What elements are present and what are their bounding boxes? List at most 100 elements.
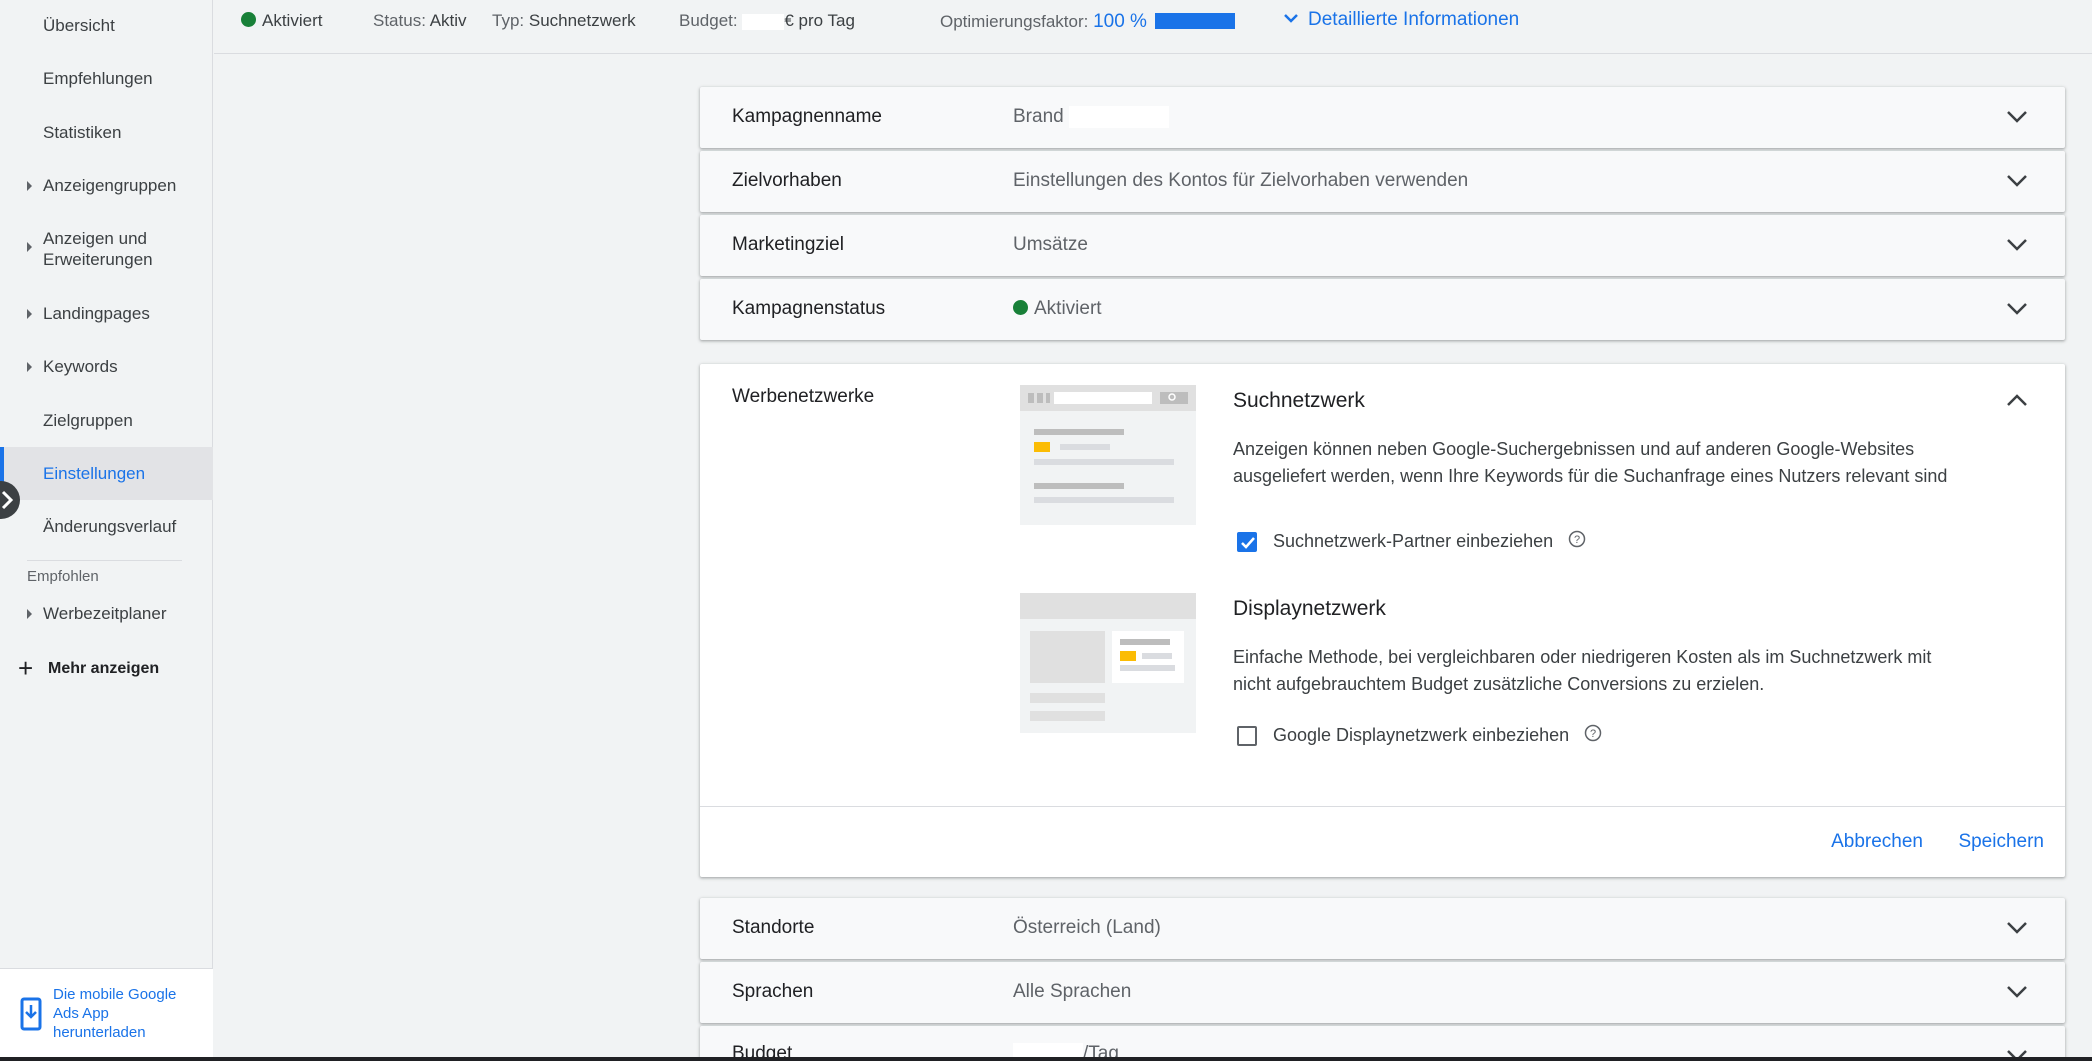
caret-right-icon [27,181,32,191]
redacted-budget [742,13,785,30]
display-network-illustration-icon [1020,593,1196,733]
campaign-summary-bar: Aktiviert Status: Aktiv Typ: Suchnetzwer… [214,0,2092,54]
sidebar-item-overview[interactable]: Übersicht [0,15,213,36]
setting-value: Aktiviert [1013,298,1102,320]
caret-right-icon [27,362,32,372]
mobile-app-link[interactable]: Die mobile Google Ads App herunterladen [53,985,203,1042]
sidebar-item-settings[interactable]: Einstellungen [0,447,213,500]
sidebar-item-ad-groups[interactable]: Anzeigengruppen [0,175,213,196]
sidebar-item-recommendations[interactable]: Empfehlungen [0,68,213,89]
setting-row-campaign-name[interactable]: Kampagnenname Brand [700,87,2065,148]
display-network-title: Displaynetzwerk [1233,597,1386,620]
mobile-phone-icon [20,997,42,1031]
display-network-label: Google Displaynetzwerk einbeziehen [1273,725,1570,745]
details-link-label: Detaillierte Informationen [1308,9,1520,30]
search-network-description: Anzeigen können neben Google-Suchergebni… [1233,439,1948,486]
sidebar-item-label: Einstellungen [43,464,146,483]
sidebar-item-landing-pages[interactable]: Landingpages [0,303,213,324]
section-label-recommended: Empfohlen [27,568,99,585]
plus-icon: + [18,653,34,683]
optimization-label: Optimierungsfaktor: [940,12,1089,31]
window-bottom-edge [0,1057,2092,1061]
setting-row-campaign-status[interactable]: Kampagnenstatus Aktiviert [700,279,2065,340]
setting-value: Alle Sprachen [1013,981,1132,1002]
status-badge-label: Aktiviert [262,11,323,30]
status-dot-icon [241,12,256,27]
campaign-status-value: Aktiviert [1034,298,1102,319]
cancel-button[interactable]: Abbrechen [1831,831,1923,853]
sidebar-item-label: Anzeigen und Erweiterungen [43,229,153,269]
setting-label: Kampagnenname [732,106,882,127]
setting-value: Österreich (Land) [1013,917,1161,938]
sidebar-item-label: Zielgruppen [43,411,133,430]
budget-suffix: € pro Tag [784,11,855,30]
chevron-down-icon [2007,986,2027,998]
optimization-progress-bar [1154,13,1235,29]
sidebar-item-keywords[interactable]: Keywords [0,356,213,377]
panel-footer: Abbrechen Speichern [700,806,2065,877]
setting-label: Kampagnenstatus [732,298,886,319]
sidebar-item-label: Statistiken [43,123,122,142]
sidebar-item-label: Übersicht [43,16,115,35]
show-more-button[interactable]: + Mehr anzeigen [18,653,159,684]
sidebar-item-ad-scheduler[interactable]: Werbezeitplaner [0,603,213,624]
show-more-label: Mehr anzeigen [48,660,160,677]
budget-summary: Budget: € pro Tag [679,11,855,31]
status-value: Aktiv [429,11,467,30]
chevron-down-icon [2007,111,2027,123]
details-link[interactable]: Detaillierte Informationen [1282,9,1519,31]
caret-right-icon [27,309,32,319]
type-value: Suchnetzwerk [528,11,636,30]
setting-row-locations[interactable]: Standorte Österreich (Land) [700,898,2065,959]
sidebar: Übersicht Empfehlungen Statistiken Anzei… [0,0,213,1061]
setting-label: Standorte [732,917,815,938]
sidebar-item-statistics[interactable]: Statistiken [0,122,213,143]
optimization-value: 100 % [1093,11,1147,32]
optimization-score: Optimierungsfaktor: 100 % [940,11,1235,33]
sidebar-item-audiences[interactable]: Zielgruppen [0,410,213,431]
campaign-name-value: Brand [1013,106,1064,128]
checkmark-icon [1241,537,1255,549]
chevron-down-icon [2007,239,2027,251]
caret-right-icon [27,609,32,619]
search-partners-checkbox-row[interactable]: Suchnetzwerk-Partner einbeziehen ? [1237,530,1586,552]
setting-value: Einstellungen des Kontos für Zielvorhabe… [1013,170,1469,191]
help-icon[interactable]: ? [1584,724,1602,742]
type-label: Typ: [492,11,525,30]
setting-label: Sprachen [732,981,814,1002]
chevron-down-icon [2007,303,2027,315]
help-icon[interactable]: ? [1568,530,1586,548]
status-summary: Status: Aktiv [373,11,467,31]
svg-text:?: ? [1590,728,1596,740]
chevron-right-icon [1,490,14,510]
display-network-checkbox[interactable] [1237,726,1257,746]
budget-label: Budget: [679,11,738,30]
status-dot-icon [1013,300,1028,315]
setting-row-goals[interactable]: Zielvorhaben Einstellungen des Kontos fü… [700,151,2065,212]
sidebar-item-change-history[interactable]: Änderungsverlauf [0,516,213,537]
setting-row-languages[interactable]: Sprachen Alle Sprachen [700,962,2065,1023]
sidebar-item-label: Anzeigengruppen [43,176,177,195]
sidebar-item-label: Empfehlungen [43,69,153,88]
setting-label: Zielvorhaben [732,170,842,191]
chevron-up-icon[interactable] [2005,392,2029,408]
search-network-title: Suchnetzwerk [1233,389,1365,412]
search-partners-checkbox[interactable] [1237,532,1257,552]
sidebar-item-label: Werbezeitplaner [43,604,167,623]
sidebar-item-label: Landingpages [43,304,150,323]
mobile-app-promo[interactable]: Die mobile Google Ads App herunterladen [0,968,213,1061]
redacted-campaign-name [1068,106,1169,128]
setting-panel-networks: Werbenetzwerke Suchnetzwerk Anzeigen kön… [700,364,2065,877]
svg-text:?: ? [1574,534,1580,546]
status-badge: Aktiviert [241,11,322,31]
setting-row-marketing-goal[interactable]: Marketingziel Umsätze [700,215,2065,276]
sidebar-item-ads-extensions[interactable]: Anzeigen und Erweiterungen [0,228,180,270]
chevron-down-icon [1284,14,1298,23]
setting-value: Umsätze [1013,234,1088,255]
setting-label: Marketingziel [732,234,844,255]
chevron-down-icon [2007,922,2027,934]
search-network-illustration-icon [1020,385,1196,525]
save-button[interactable]: Speichern [1958,831,2044,853]
setting-row-budget[interactable]: Budget /Tag [700,1026,2065,1061]
display-network-checkbox-row[interactable]: Google Displaynetzwerk einbeziehen ? [1237,724,1602,746]
